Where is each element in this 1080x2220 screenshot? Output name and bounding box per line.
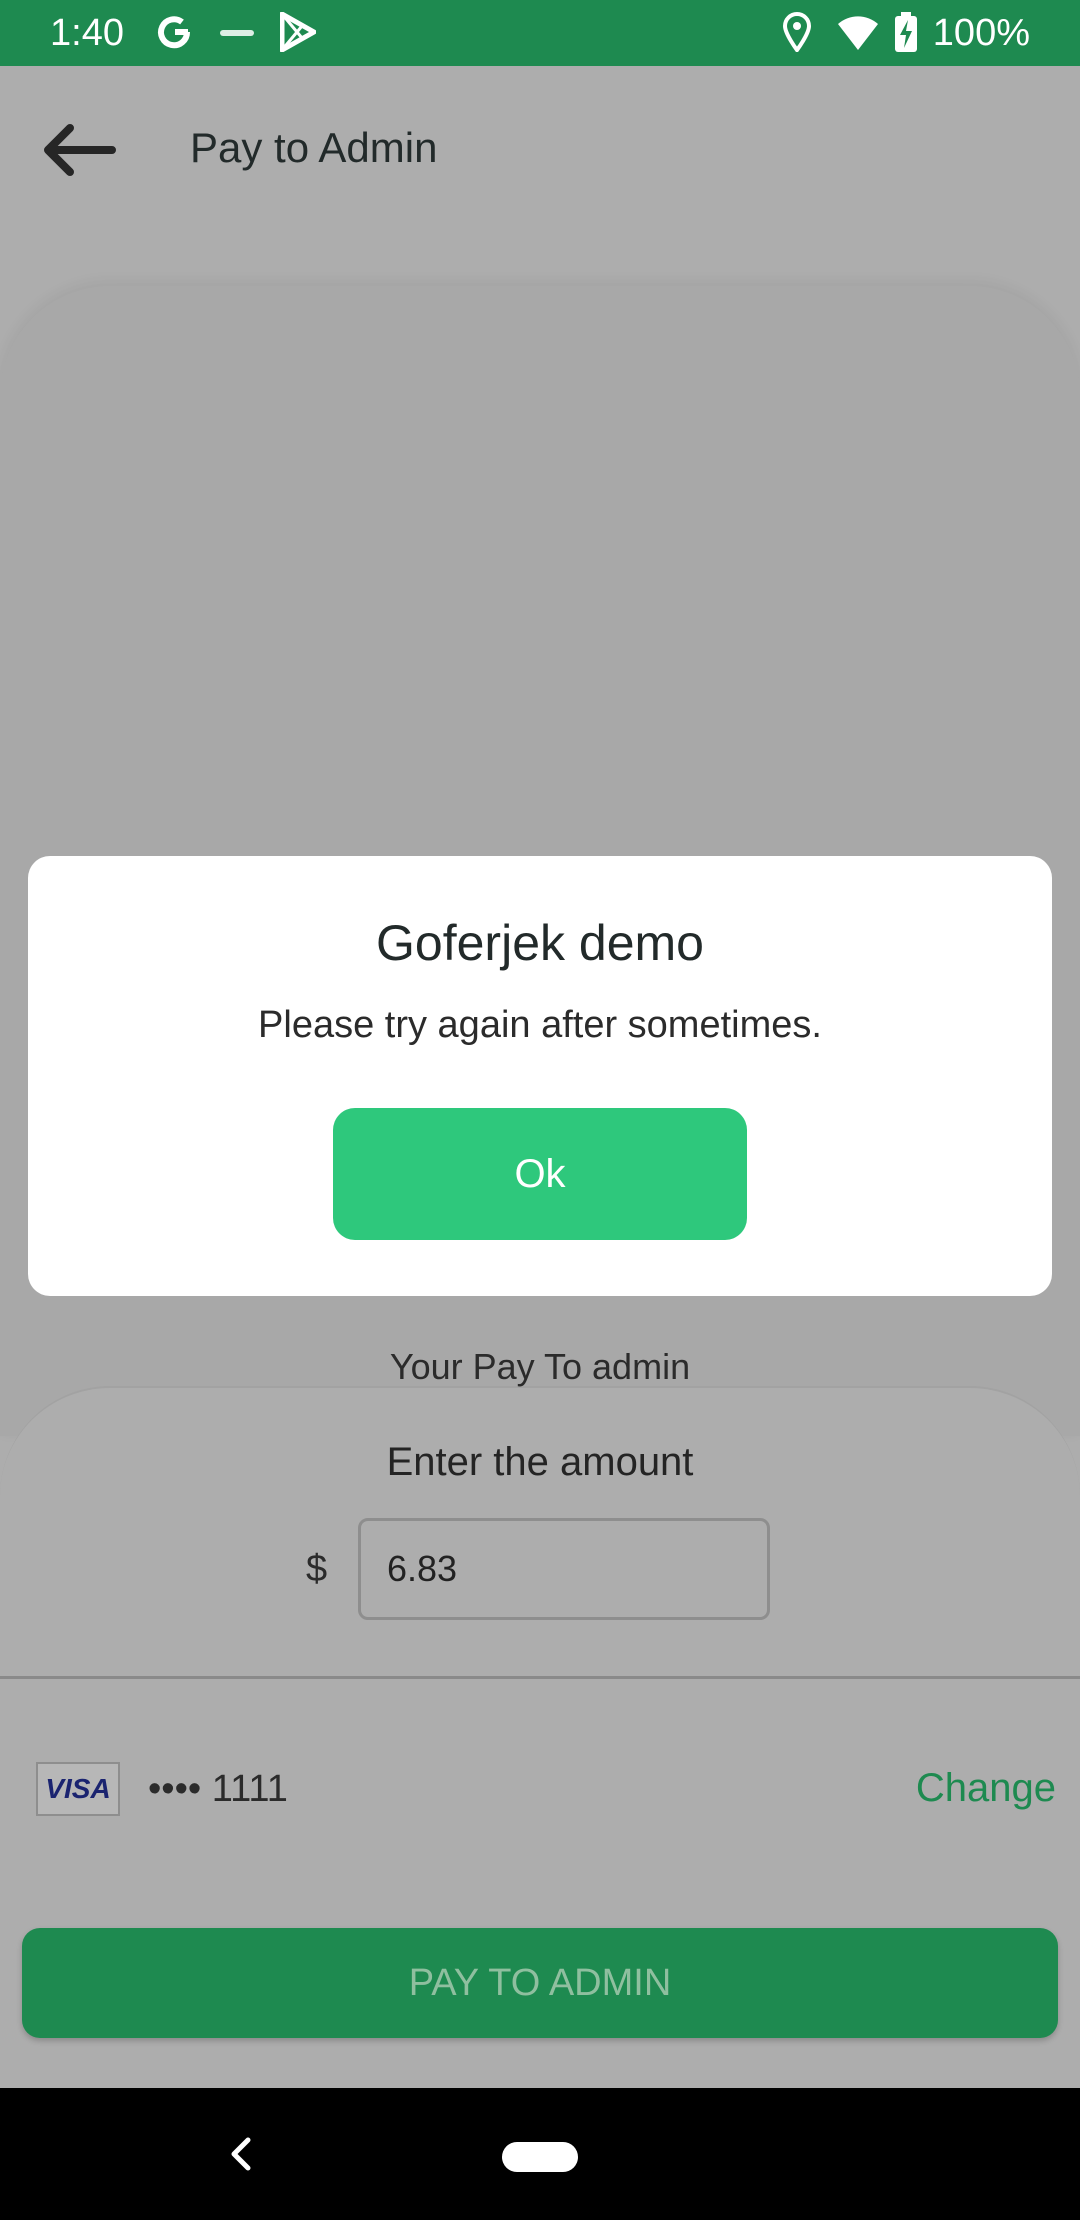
visa-card-icon: VISA — [36, 1762, 120, 1816]
nav-back-icon[interactable] — [222, 2126, 258, 2182]
amount-title: Enter the amount — [386, 1440, 694, 1484]
wifi-icon — [836, 12, 880, 57]
nav-home-pill[interactable] — [502, 2142, 578, 2172]
status-time: 1:40 — [50, 12, 124, 54]
currency-symbol: $ — [306, 1548, 328, 1590]
navigation-bar — [0, 2088, 1080, 2220]
play-store-icon — [279, 11, 317, 57]
dialog-title: Goferjek demo — [376, 915, 704, 971]
toolbar: Pay to Admin — [0, 66, 1080, 231]
app-notification-icon — [220, 26, 254, 45]
location-icon — [782, 12, 812, 57]
ok-button[interactable]: Ok — [333, 1108, 747, 1240]
amount-input[interactable] — [358, 1518, 770, 1620]
divider — [0, 1676, 1080, 1679]
battery-percentage: 100% — [932, 12, 1030, 54]
card-number: •••• 1111 — [148, 1768, 288, 1810]
alert-dialog: Goferjek demo Please try again after som… — [28, 856, 1052, 1296]
pay-to-admin-label: Your Pay To admin — [389, 1346, 691, 1387]
battery-charging-icon — [894, 12, 918, 57]
pay-to-admin-button[interactable]: PAY TO ADMIN — [22, 1928, 1058, 2038]
status-bar: 1:40 100% — [0, 0, 1080, 66]
back-arrow-icon[interactable] — [38, 120, 118, 180]
google-g-icon — [154, 12, 194, 57]
change-card-link[interactable]: Change — [916, 1766, 1056, 1811]
dialog-message: Please try again after sometimes. — [258, 1004, 822, 1046]
page-title: Pay to Admin — [190, 124, 438, 171]
